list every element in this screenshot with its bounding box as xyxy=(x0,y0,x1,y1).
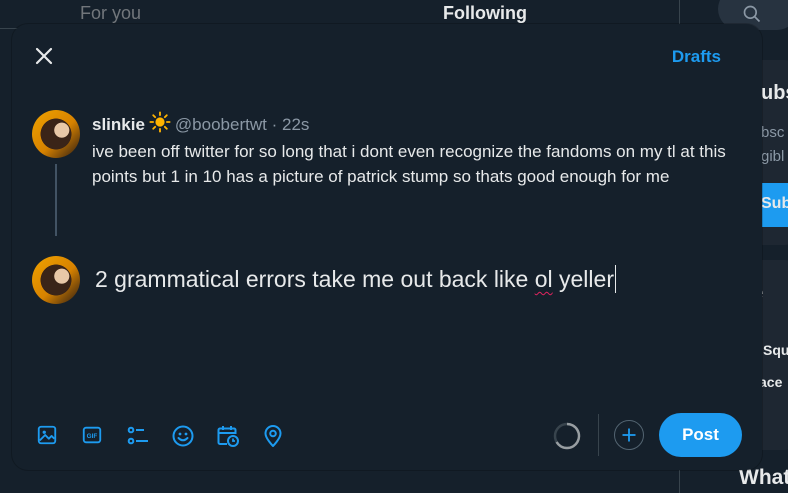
schedule-button[interactable] xyxy=(216,424,240,448)
reply-text-input[interactable]: 2 grammatical errors take me out back li… xyxy=(95,265,616,293)
trend-item-2[interactable]: ace xyxy=(759,374,782,390)
emoji-button[interactable] xyxy=(171,424,195,448)
subscribe-button-label: Sub xyxy=(761,195,788,212)
close-icon xyxy=(35,47,53,65)
search-icon xyxy=(743,5,761,23)
quoted-post-handle[interactable]: @boobertwt xyxy=(175,115,267,134)
thread-connector-line xyxy=(55,164,57,236)
tab-following[interactable]: Following xyxy=(443,3,527,24)
quoted-post-avatar[interactable] xyxy=(32,110,80,158)
poll-icon xyxy=(127,426,148,445)
subscribe-button[interactable]: Sub xyxy=(761,183,788,227)
drafts-link[interactable]: Drafts xyxy=(672,47,721,67)
toolbar-separator xyxy=(598,414,599,456)
location-icon xyxy=(264,425,282,447)
tab-for-you[interactable]: For you xyxy=(80,3,141,24)
schedule-icon xyxy=(217,426,239,447)
quoted-post-time[interactable]: 22s xyxy=(282,115,309,134)
plus-icon xyxy=(622,428,636,442)
subscribe-text-1: bsc xyxy=(761,124,785,141)
misspelled-word: ol xyxy=(534,266,553,292)
gif-button[interactable]: GIF xyxy=(81,424,105,448)
text-caret xyxy=(614,265,616,293)
sun-emoji-icon xyxy=(149,111,171,133)
subscribe-heading: ubs xyxy=(761,82,788,104)
svg-text:GIF: GIF xyxy=(87,433,98,440)
reply-text-start: 2 grammatical errors take me out back li… xyxy=(95,266,535,292)
emoji-icon xyxy=(172,425,194,447)
compose-modal: Drafts slinkie @boobertwt · 22s ive been… xyxy=(12,24,762,470)
reply-text-end: yeller xyxy=(552,266,614,292)
meta-separator: · xyxy=(271,115,278,134)
character-count-ring xyxy=(553,422,581,450)
media-button[interactable] xyxy=(36,424,60,448)
close-button[interactable] xyxy=(32,44,56,68)
subscribe-text-2: gibl xyxy=(761,148,785,165)
user-avatar[interactable] xyxy=(32,256,80,304)
poll-button[interactable] xyxy=(126,424,150,448)
quoted-post-header: slinkie @boobertwt · 22s xyxy=(92,111,309,135)
location-button[interactable] xyxy=(261,424,285,448)
add-post-button[interactable] xyxy=(614,420,644,450)
gif-icon: GIF xyxy=(82,426,102,444)
quoted-post-text: ive been off twitter for so long that i … xyxy=(92,142,726,186)
trend-item-1[interactable]: Squ xyxy=(763,342,788,358)
post-button[interactable]: Post xyxy=(659,413,742,457)
image-icon xyxy=(37,425,57,445)
quoted-post-display-name[interactable]: slinkie xyxy=(92,115,145,134)
